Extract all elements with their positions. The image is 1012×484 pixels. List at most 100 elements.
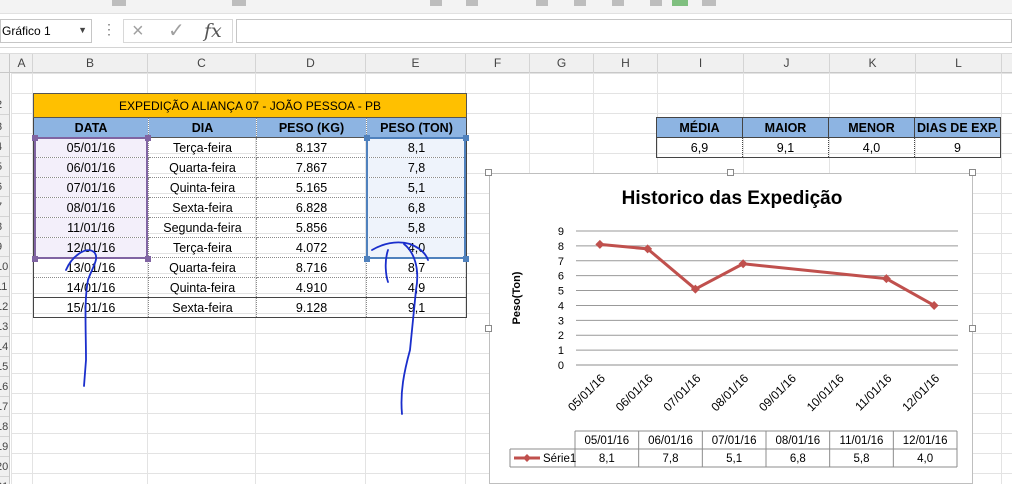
column-header-a[interactable]: A (11, 54, 33, 73)
header-data[interactable]: DATA (33, 117, 149, 138)
column-header-l[interactable]: L (916, 54, 1002, 73)
column-header-g[interactable]: G (530, 54, 594, 73)
range-handle[interactable] (364, 135, 370, 141)
summary-header-media[interactable]: MÉDIA (656, 117, 743, 138)
cell-data[interactable]: 05/01/16 (33, 137, 149, 158)
cell-peso-ton[interactable]: 4,0 (365, 237, 468, 258)
chevron-down-icon[interactable]: ▼ (78, 25, 87, 35)
row-header[interactable]: 3 (0, 117, 9, 137)
ribbon-icon[interactable] (536, 0, 548, 6)
cell-dia[interactable]: Terça-feira (148, 137, 257, 158)
cell-data[interactable]: 13/01/16 (33, 257, 149, 278)
cell-data[interactable]: 15/01/16 (33, 297, 149, 318)
row-header[interactable]: 19 (0, 437, 9, 457)
column-header-e[interactable]: E (366, 54, 466, 73)
cell-data[interactable]: 08/01/16 (33, 197, 149, 218)
column-header-f[interactable]: F (466, 54, 530, 73)
summary-value-menor[interactable]: 4,0 (828, 137, 915, 158)
cell-peso-ton[interactable]: 8,7 (365, 257, 468, 278)
chart-frame[interactable]: Historico das Expedição 0 1 2 3 4 5 6 7 8 9 Peso(T… (489, 173, 973, 484)
insert-function-icon[interactable]: fx (204, 20, 222, 42)
cell-peso-ton[interactable]: 4,9 (365, 277, 468, 298)
cell-peso-ton[interactable]: 8,1 (365, 137, 468, 158)
header-peso-ton[interactable]: PESO (TON) (365, 117, 468, 138)
chart-resize-handle[interactable] (969, 169, 976, 176)
cell-data[interactable]: 07/01/16 (33, 177, 149, 198)
cell-dia[interactable]: Terça-feira (148, 237, 257, 258)
chart-resize-handle[interactable] (727, 169, 734, 176)
cell-dia[interactable]: Sexta-feira (148, 197, 257, 218)
cell-data[interactable]: 06/01/16 (33, 157, 149, 178)
cell-peso-ton[interactable]: 9,1 (365, 297, 468, 318)
table-title[interactable]: EXPEDIÇÃO ALIANÇA 07 - JOÃO PESSOA - PB (32, 93, 468, 118)
row-header[interactable]: 6 (0, 177, 9, 197)
row-header[interactable]: 9 (0, 237, 9, 257)
cell-peso-kg[interactable]: 8.716 (256, 257, 367, 278)
column-header-d[interactable]: D (256, 54, 366, 73)
range-handle[interactable] (145, 135, 151, 141)
chart-plot[interactable]: 0123456789Peso(Ton)05/01/16 06/01/16 07/01… (490, 174, 974, 484)
column-header-k[interactable]: K (830, 54, 916, 73)
ribbon-icon[interactable] (650, 0, 662, 6)
row-header[interactable]: 14 (0, 337, 9, 357)
cell-data[interactable]: 14/01/16 (33, 277, 149, 298)
formula-input[interactable] (236, 19, 1012, 43)
row-header[interactable]: 20 (0, 457, 9, 477)
header-peso-kg[interactable]: PESO (KG) (256, 117, 367, 138)
cell-dia[interactable]: Sexta-feira (148, 297, 257, 318)
row-header[interactable]: 21 (0, 477, 9, 484)
cell-dia[interactable]: Segunda-feira (148, 217, 257, 238)
cell-peso-ton[interactable]: 6,8 (365, 197, 468, 218)
row-header[interactable]: 13 (0, 317, 9, 337)
range-handle[interactable] (364, 256, 370, 262)
row-header[interactable]: 16 (0, 377, 9, 397)
cell-peso-kg[interactable]: 6.828 (256, 197, 367, 218)
cell-data[interactable]: 11/01/16 (33, 217, 149, 238)
summary-value-maior[interactable]: 9,1 (742, 137, 829, 158)
summary-header-maior[interactable]: MAIOR (742, 117, 829, 138)
row-header[interactable]: 4 (0, 137, 9, 157)
row-header[interactable]: 2 (0, 95, 9, 115)
cell-data[interactable]: 12/01/16 (33, 237, 149, 258)
row-header[interactable]: 8 (0, 217, 9, 237)
row-header[interactable]: 10 (0, 257, 9, 277)
ribbon-icon[interactable] (112, 0, 126, 6)
cell-dia[interactable]: Quinta-feira (148, 277, 257, 298)
column-header-c[interactable]: C (148, 54, 256, 73)
range-handle[interactable] (463, 135, 469, 141)
ribbon-icon[interactable] (466, 0, 478, 6)
cell-peso-ton[interactable]: 7,8 (365, 157, 468, 178)
cell-peso-kg[interactable]: 4.910 (256, 277, 367, 298)
summary-header-menor[interactable]: MENOR (828, 117, 915, 138)
column-header-h[interactable]: H (594, 54, 658, 73)
name-box[interactable]: Gráfico 1 ▼ (0, 19, 92, 43)
cell-peso-ton[interactable]: 5,1 (365, 177, 468, 198)
ribbon-icon[interactable] (702, 0, 716, 6)
summary-value-media[interactable]: 6,9 (656, 137, 743, 158)
row-header[interactable]: 17 (0, 397, 9, 417)
column-header-j[interactable]: J (744, 54, 830, 73)
cell-dia[interactable]: Quinta-feira (148, 177, 257, 198)
cell-peso-kg[interactable]: 9.128 (256, 297, 367, 318)
summary-value-dias[interactable]: 9 (914, 137, 1001, 158)
row-header[interactable]: 5 (0, 157, 9, 177)
ribbon-icon[interactable] (612, 0, 624, 6)
chart-resize-handle[interactable] (969, 325, 976, 332)
ribbon-icon[interactable] (232, 0, 246, 6)
row-header[interactable]: 12 (0, 297, 9, 317)
row-header[interactable]: 11 (0, 277, 9, 297)
row-header[interactable]: 15 (0, 357, 9, 377)
row-header[interactable]: 18 (0, 417, 9, 437)
ribbon-icon[interactable] (574, 0, 586, 6)
cell-peso-kg[interactable]: 8.137 (256, 137, 367, 158)
select-all-corner[interactable] (0, 54, 10, 73)
column-header-i[interactable]: I (658, 54, 744, 73)
cell-peso-kg[interactable]: 5.165 (256, 177, 367, 198)
row-header[interactable]: 7 (0, 197, 9, 217)
ribbon-icon[interactable] (430, 0, 442, 6)
range-handle[interactable] (145, 256, 151, 262)
cell-peso-ton[interactable]: 5,8 (365, 217, 468, 238)
header-dia[interactable]: DIA (148, 117, 257, 138)
cell-dia[interactable]: Quarta-feira (148, 257, 257, 278)
chart-resize-handle[interactable] (485, 325, 492, 332)
